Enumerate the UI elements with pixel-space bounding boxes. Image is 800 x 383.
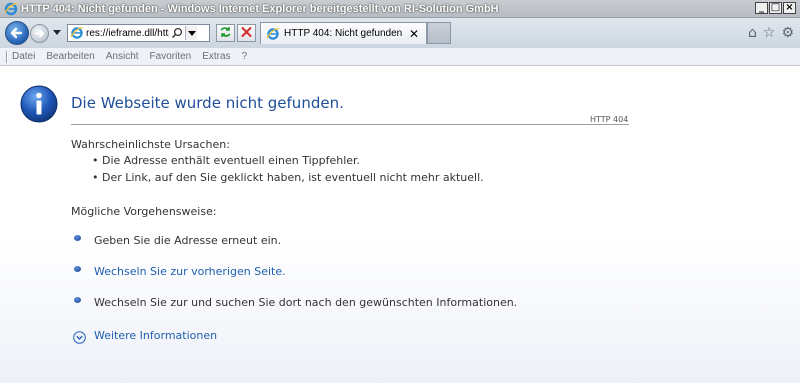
cause-item: • Die Adresse enthält eventuell einen Ti… — [92, 154, 361, 167]
more-information-link[interactable]: Weitere Informationen — [94, 329, 217, 342]
search-icon[interactable] — [171, 27, 183, 39]
expand-chevron-icon[interactable] — [73, 331, 86, 344]
minimize-button[interactable]: _ — [755, 2, 768, 14]
bullet-icon — [74, 235, 81, 241]
back-button[interactable] — [5, 21, 29, 45]
address-url[interactable]: res://ieframe.dll/http_4 — [86, 28, 169, 39]
remedies-title: Mögliche Vorgehensweise: — [71, 205, 217, 218]
menu-item-extras[interactable]: Extras — [202, 51, 230, 62]
maximize-button[interactable]: □ — [769, 2, 782, 14]
menu-item-help[interactable]: ? — [242, 51, 248, 62]
refresh-icon — [220, 27, 231, 37]
window-title-bar[interactable]: HTTP 404: Nicht gefunden - Windows Inter… — [0, 0, 800, 18]
browser-tab[interactable]: HTTP 404: Nicht gefunden ✕ — [260, 22, 427, 44]
tab-close-icon[interactable]: ✕ — [409, 27, 419, 41]
address-dropdown-button[interactable] — [185, 26, 197, 40]
menu-bar: Datei Bearbeiten Ansicht Favoriten Extra… — [0, 48, 800, 66]
navigation-bar: res://ieframe.dll/http_4 HTTP 404: Nicht… — [0, 18, 800, 48]
new-tab-button[interactable] — [427, 22, 451, 44]
previous-page-link[interactable]: Wechseln Sie zur vorherigen Seite. — [94, 265, 286, 278]
heading-divider — [71, 124, 629, 125]
window-title: HTTP 404: Nicht gefunden - Windows Inter… — [21, 2, 499, 15]
ie-page-icon — [70, 27, 84, 39]
bullet-icon — [74, 297, 81, 303]
recent-pages-dropdown-icon[interactable] — [53, 30, 61, 35]
toolbar-icons: ⌂ ☆ ⚙ — [742, 25, 794, 41]
menu-item-ansicht[interactable]: Ansicht — [106, 51, 139, 62]
menu-item-datei[interactable]: Datei — [12, 51, 35, 62]
favorites-star-icon[interactable]: ☆ — [763, 25, 776, 41]
address-bar[interactable]: res://ieframe.dll/http_4 — [67, 24, 210, 42]
info-icon — [20, 85, 58, 123]
tab-favicon-icon — [266, 27, 280, 40]
http-status-code: HTTP 404 — [590, 115, 629, 124]
causes-title: Wahrscheinlichste Ursachen: — [71, 138, 230, 151]
forward-button[interactable] — [30, 24, 49, 43]
remedy-retype-address: Geben Sie die Adresse erneut ein. — [94, 234, 282, 247]
gear-icon[interactable]: ⚙ — [781, 25, 794, 41]
page-title: Die Webseite wurde nicht gefunden. — [71, 94, 344, 112]
home-icon[interactable]: ⌂ — [748, 25, 757, 41]
page-content: Die Webseite wurde nicht gefunden. HTTP … — [0, 67, 800, 383]
stop-icon — [241, 27, 252, 37]
internet-explorer-logo-icon — [4, 2, 18, 15]
menu-item-favoriten[interactable]: Favoriten — [150, 51, 192, 62]
tab-label: HTTP 404: Nicht gefunden — [284, 28, 403, 39]
menu-item-bearbeiten[interactable]: Bearbeiten — [46, 51, 94, 62]
close-window-button[interactable]: × — [783, 2, 796, 14]
refresh-button[interactable] — [216, 24, 235, 42]
bullet-icon — [74, 266, 81, 272]
window-controls: _ □ × — [754, 2, 796, 14]
stop-button[interactable] — [237, 24, 256, 42]
menu-grip[interactable] — [6, 50, 8, 63]
forward-arrow-icon — [35, 29, 44, 38]
back-arrow-icon — [10, 27, 23, 39]
remedy-go-to-site: Wechseln Sie zur und suchen Sie dort nac… — [94, 296, 518, 309]
cause-item: • Der Link, auf den Sie geklickt haben, … — [92, 171, 484, 184]
